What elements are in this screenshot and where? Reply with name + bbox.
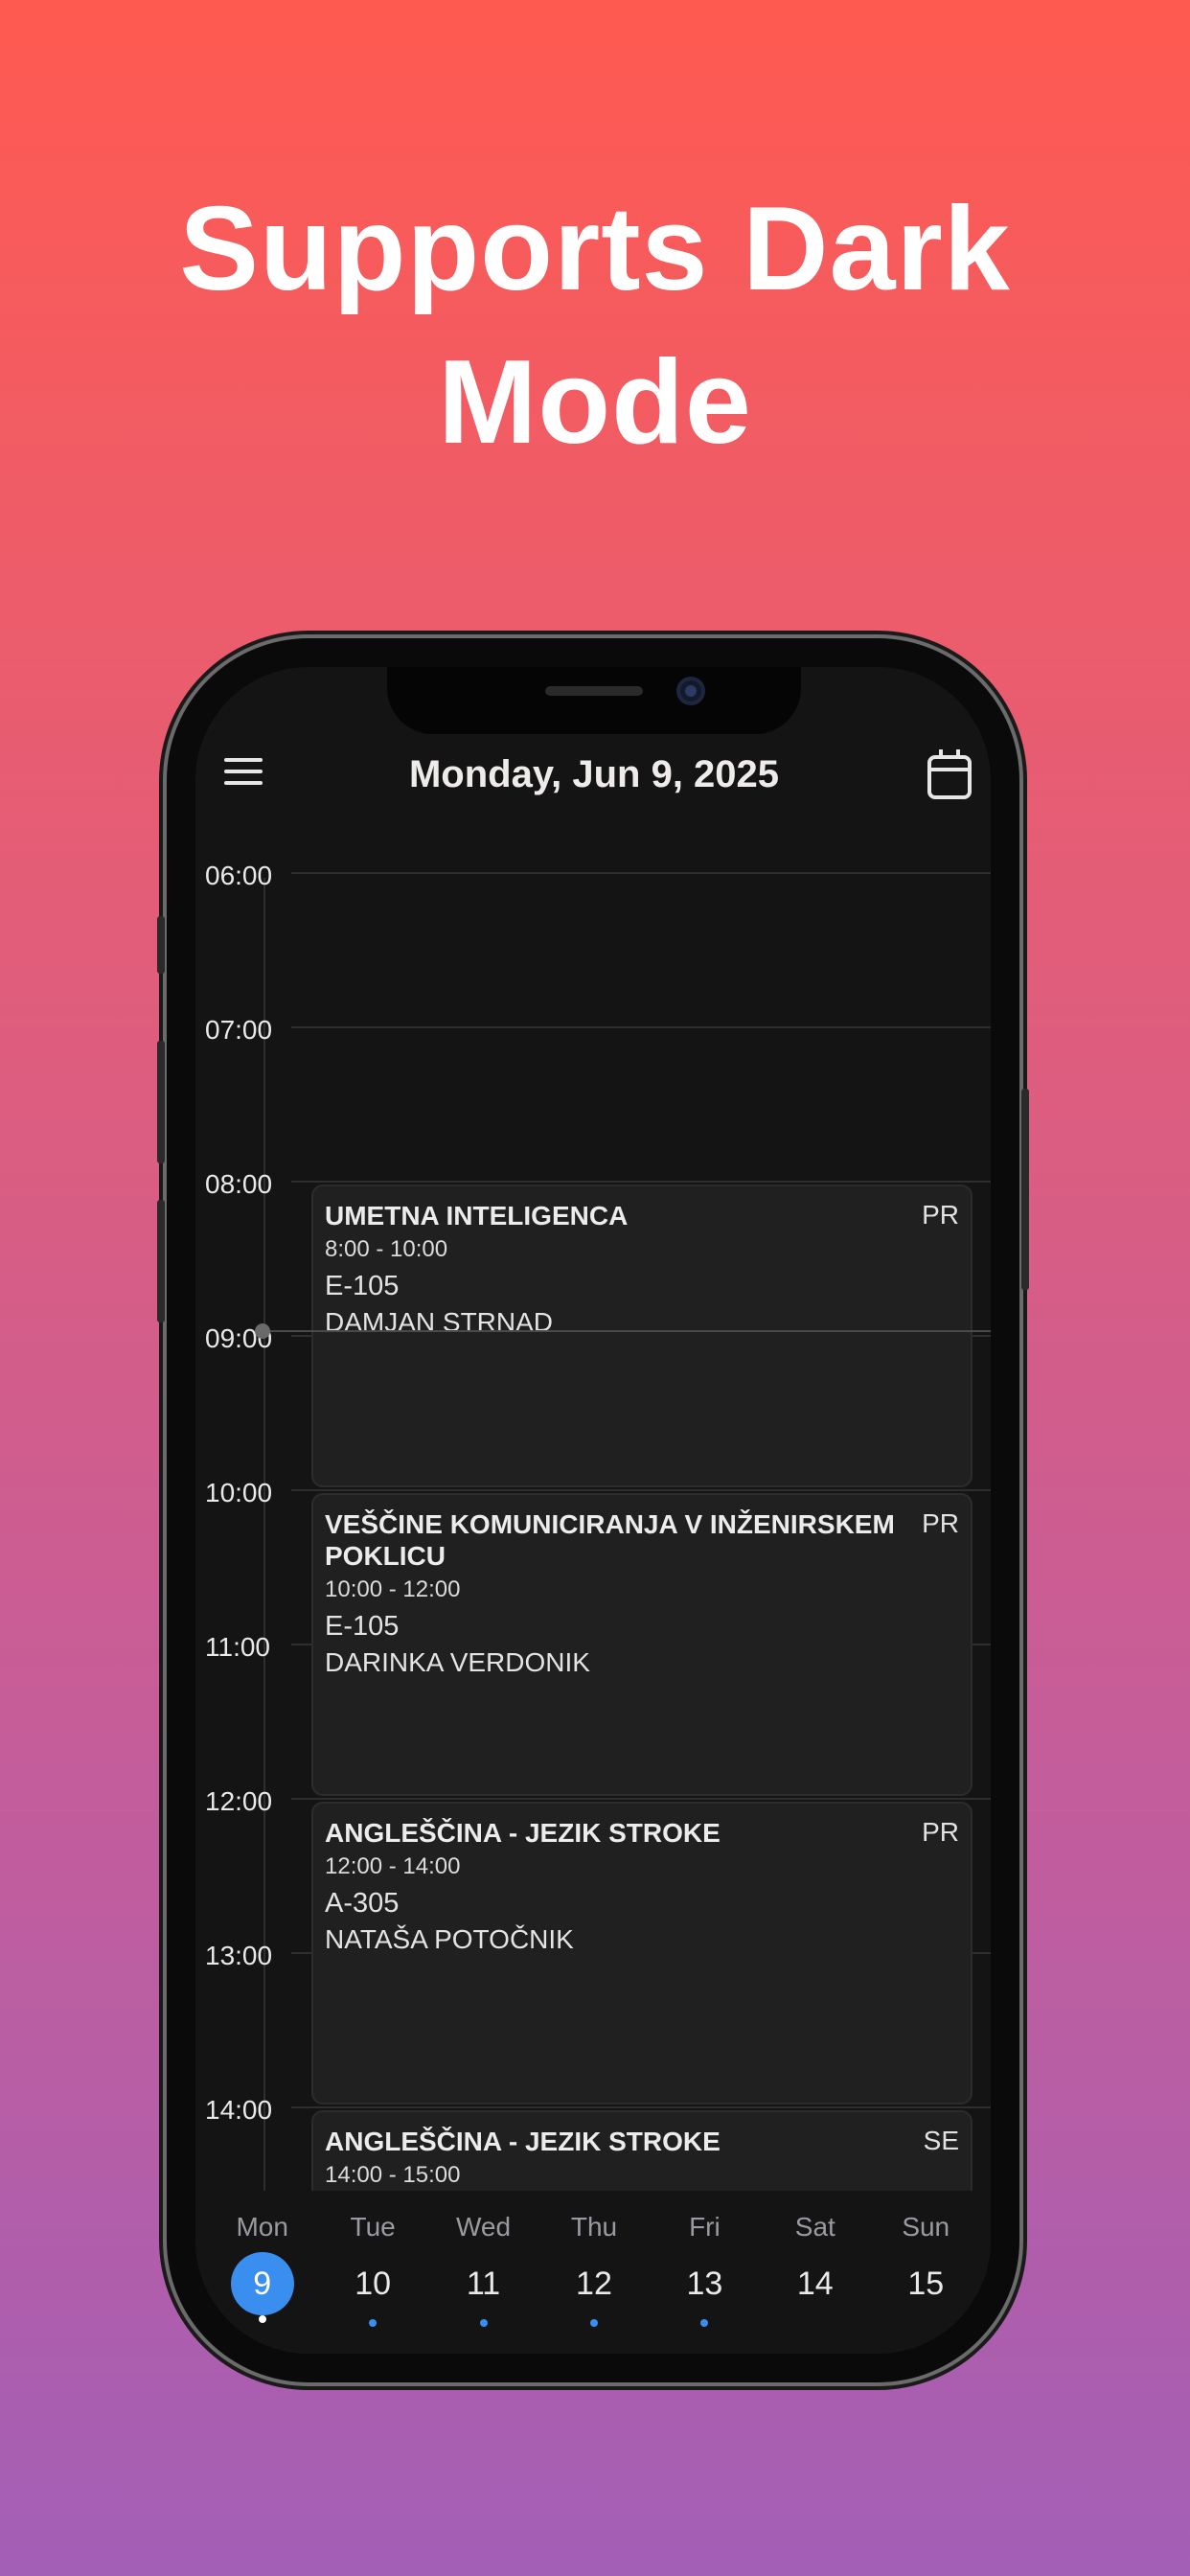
day-name: Sun (902, 2212, 950, 2242)
hour-label: 08:00 (205, 1169, 273, 1199)
day-number: 14 (796, 2266, 834, 2302)
day-mon[interactable]: Mon 9 (210, 2191, 315, 2354)
day-number: 15 (907, 2266, 945, 2302)
phone-frame: Monday, Jun 9, 2025 06:00 07:00 08:00 09… (157, 638, 1029, 2382)
event-time: 12:00 - 14:00 (325, 1853, 461, 1879)
promo-headline: Supports Dark Mode (0, 172, 1190, 479)
headline-line-2: Mode (438, 336, 752, 469)
calendar-icon[interactable] (927, 749, 972, 799)
event-time: 8:00 - 10:00 (325, 1236, 448, 1262)
mute-switch (157, 916, 165, 974)
day-name: Tue (350, 2212, 396, 2242)
event-type-badge: PR (922, 1508, 959, 1538)
event-title: VEŠČINE KOMUNICIRANJA V INŽENIRSKEM POKL… (325, 1509, 895, 1571)
hour-gridline (291, 872, 991, 874)
day-wed[interactable]: Wed 11 (431, 2191, 537, 2354)
event-time: 10:00 - 12:00 (325, 1576, 461, 1602)
hour-row: 06:00 (195, 861, 991, 1026)
hour-label: 14:00 (205, 2095, 273, 2125)
event-card[interactable]: VEŠČINE KOMUNICIRANJA V INŽENIRSKEM POKL… (311, 1493, 973, 1796)
day-name: Wed (456, 2212, 512, 2242)
hour-label: 11:00 (205, 1632, 270, 1662)
hour-label: 07:00 (205, 1015, 273, 1045)
hour-gridline (291, 1489, 991, 1491)
day-sun[interactable]: Sun 15 (873, 2191, 978, 2354)
current-time-indicator (255, 1323, 991, 1339)
speaker-grille (545, 686, 643, 696)
event-type-badge: PR (922, 1200, 959, 1230)
hour-label: 12:00 (205, 1786, 273, 1816)
event-teacher: DARINKA VERDONIK (325, 1647, 590, 1677)
notch (387, 667, 801, 734)
event-room: A-305 (325, 1888, 400, 1919)
hour-gridline (291, 1181, 991, 1183)
event-type-badge: SE (923, 2126, 959, 2155)
event-indicator-dot (479, 2319, 488, 2327)
event-room: E-105 (325, 1611, 400, 1642)
day-name: Mon (236, 2212, 288, 2242)
day-fri[interactable]: Fri 13 (652, 2191, 757, 2354)
day-name: Thu (570, 2212, 618, 2242)
day-number: 9 (230, 2252, 294, 2315)
event-card[interactable]: ANGLEŠČINA - JEZIK STROKE SE 14:00 - 15:… (311, 2110, 973, 2191)
day-number: 13 (686, 2266, 723, 2302)
app-screen: Monday, Jun 9, 2025 06:00 07:00 08:00 09… (195, 667, 991, 2354)
hour-label: 13:00 (205, 1941, 273, 1970)
hour-gridline (291, 2106, 991, 2108)
day-name: Sat (794, 2212, 835, 2242)
hour-gridline (291, 1798, 991, 1800)
day-name: Fri (689, 2212, 721, 2242)
event-teacher: DAMJAN STRNAD (325, 1307, 554, 1337)
event-indicator-dot (700, 2319, 709, 2327)
day-number: 11 (466, 2266, 501, 2302)
headline-line-1: Supports Dark (179, 183, 1011, 315)
date-title[interactable]: Monday, Jun 9, 2025 (195, 753, 991, 796)
volume-down-button (157, 1200, 165, 1322)
week-selector: Mon 9 Tue 10 Wed 11 Thu 12 Fri 13 Sat 14… (195, 2191, 991, 2354)
event-indicator-dot (589, 2319, 598, 2327)
event-type-badge: PR (922, 1817, 959, 1847)
day-timeline[interactable]: 06:00 07:00 08:00 09:00 10:00 11:00 12:0… (195, 859, 991, 2191)
event-room: E-105 (325, 1271, 400, 1301)
current-time-dot (255, 1323, 270, 1339)
day-thu[interactable]: Thu 12 (541, 2191, 647, 2354)
day-tue[interactable]: Tue 10 (320, 2191, 425, 2354)
power-button (1021, 1089, 1029, 1290)
event-title: UMETNA INTELIGENCA (325, 1201, 629, 1230)
hour-label: 10:00 (205, 1478, 273, 1507)
event-indicator-dot (258, 2315, 266, 2323)
hour-gridline (291, 1026, 991, 1028)
day-number: 12 (576, 2266, 612, 2302)
volume-up-button (157, 1041, 165, 1163)
event-card[interactable]: UMETNA INTELIGENCA PR 8:00 - 10:00 E-105… (311, 1184, 973, 1487)
event-title: ANGLEŠČINA - JEZIK STROKE (325, 1818, 721, 1848)
event-title: ANGLEŠČINA - JEZIK STROKE (325, 2127, 721, 2156)
app-header: Monday, Jun 9, 2025 (195, 734, 991, 820)
hour-label: 06:00 (205, 861, 273, 890)
event-card[interactable]: ANGLEŠČINA - JEZIK STROKE PR 12:00 - 14:… (311, 1802, 973, 2104)
hour-row: 07:00 (195, 1015, 991, 1181)
day-sat[interactable]: Sat 14 (763, 2191, 868, 2354)
day-number: 10 (355, 2266, 392, 2302)
event-teacher: NATAŠA POTOČNIK (325, 1924, 574, 1954)
event-indicator-dot (369, 2319, 378, 2327)
front-camera-icon (676, 677, 705, 705)
event-time: 14:00 - 15:00 (325, 2162, 461, 2188)
